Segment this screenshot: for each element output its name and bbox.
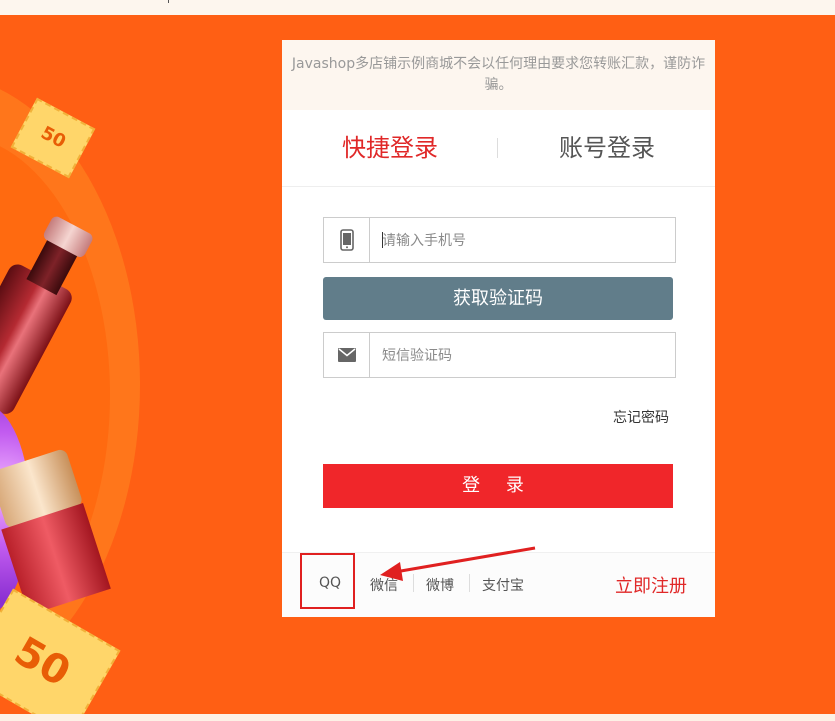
- phone-field: [323, 217, 684, 264]
- wechat-login-link[interactable]: 微信: [370, 575, 398, 595]
- text-caret: [382, 232, 383, 248]
- tab-account-login[interactable]: 账号登录: [499, 110, 715, 186]
- sms-code-input[interactable]: [370, 333, 684, 379]
- top-bar-tick: [168, 0, 169, 3]
- tab-divider: [497, 138, 498, 158]
- phone-icon: [324, 218, 370, 262]
- phone-input[interactable]: [370, 218, 684, 264]
- mail-icon: [324, 333, 370, 377]
- social-separator: [469, 574, 470, 592]
- register-link[interactable]: 立即注册: [615, 572, 687, 598]
- login-tabs: 快捷登录 账号登录: [282, 110, 715, 187]
- login-footer: QQ 微信 微博 支付宝 立即注册: [282, 552, 715, 617]
- forgot-password-link[interactable]: 忘记密码: [613, 407, 669, 427]
- alipay-login-link[interactable]: 支付宝: [482, 575, 524, 595]
- anti-fraud-notice: Javashop多店铺示例商城不会以任何理由要求您转账汇款，谨防诈骗。: [282, 40, 715, 110]
- tab-quick-login[interactable]: 快捷登录: [282, 110, 498, 186]
- bottom-bar: [0, 714, 835, 721]
- weibo-login-link[interactable]: 微博: [426, 575, 454, 595]
- login-card: Javashop多店铺示例商城不会以任何理由要求您转账汇款，谨防诈骗。 快捷登录…: [282, 40, 715, 617]
- get-code-button[interactable]: 获取验证码: [323, 277, 673, 320]
- top-bar: [0, 0, 835, 15]
- sms-code-field: [323, 332, 684, 379]
- social-separator: [413, 574, 414, 592]
- qq-login-link[interactable]: QQ: [319, 575, 341, 591]
- login-button[interactable]: 登 录: [323, 464, 673, 508]
